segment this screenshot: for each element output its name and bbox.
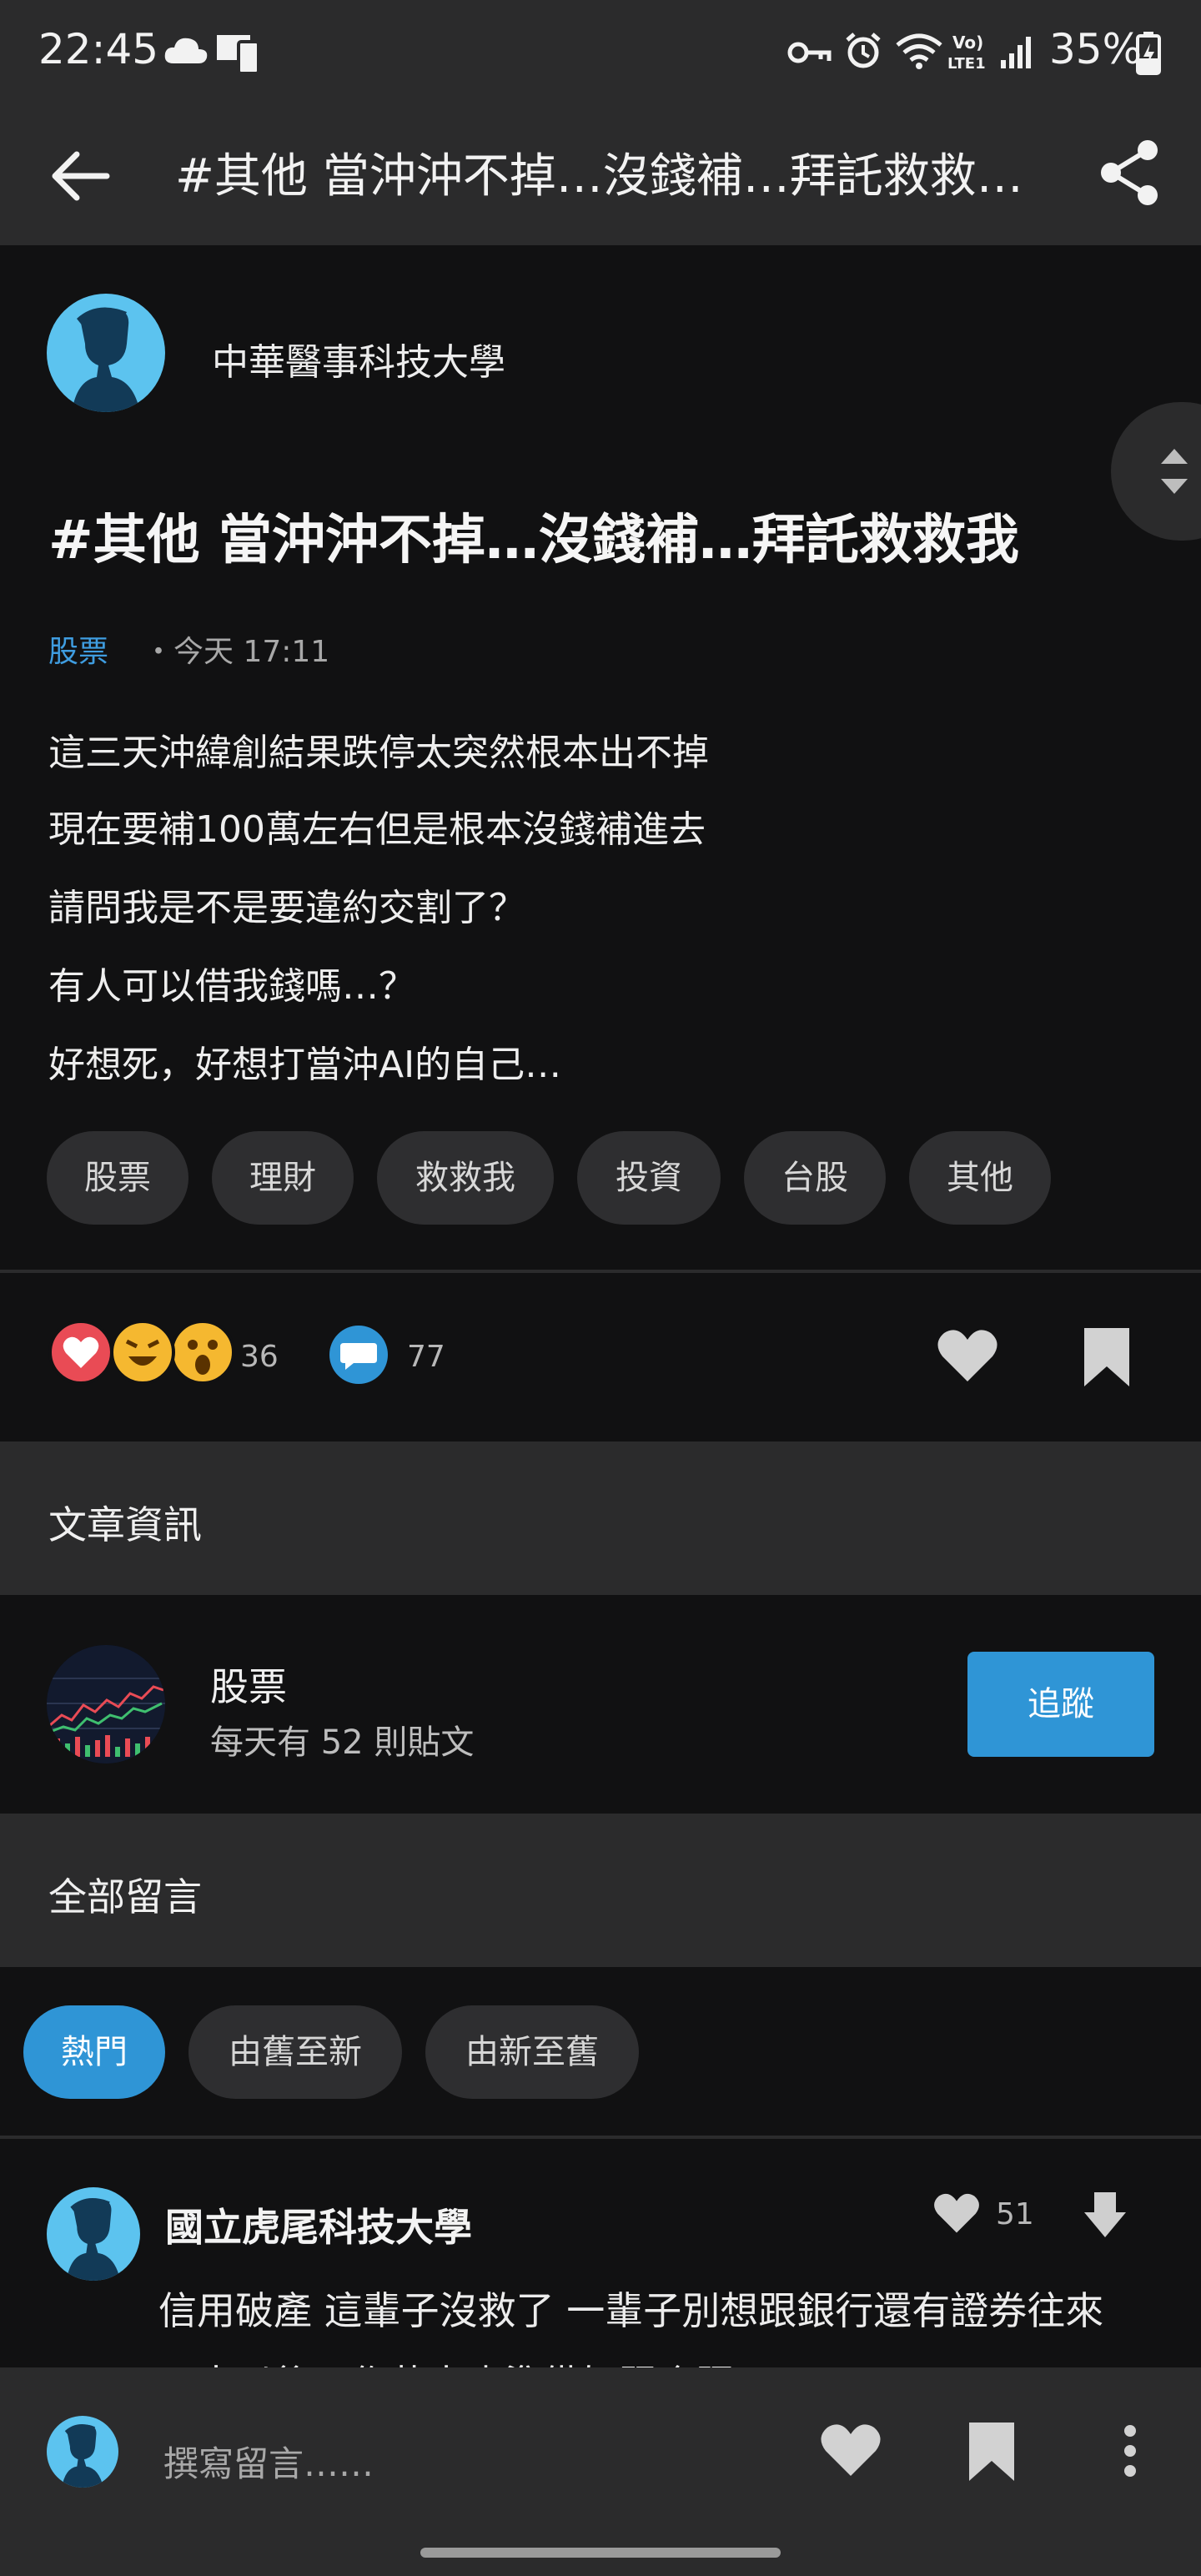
sort-hot-tab[interactable]: 熱門 — [23, 2005, 165, 2099]
sort-newest-tab[interactable]: 由新至舊 — [425, 2005, 639, 2099]
reaction-count: 36 — [240, 1340, 279, 1374]
tag-chip[interactable]: 投資 — [577, 1131, 721, 1225]
user-silhouette-icon — [66, 2198, 121, 2281]
surprised-emoji-icon — [170, 1320, 235, 1385]
signal-icon — [1001, 37, 1031, 68]
tag-chip[interactable]: 股票 — [47, 1131, 188, 1225]
vpn-key-icon — [787, 42, 832, 63]
post-body-line: 這三天沖緯創結果跌停太突然根本出不掉 — [48, 732, 709, 774]
comment-author[interactable]: 國立虎尾科技大學 — [165, 2197, 472, 2252]
comments-heading: 全部留言 — [48, 1874, 202, 1919]
follow-button[interactable]: 追蹤 — [967, 1652, 1154, 1757]
alarm-icon — [846, 33, 881, 68]
post-body-line: 現在要補100萬左右但是根本沒錢補進去 — [48, 808, 706, 851]
scroll-up-down-icon — [1161, 449, 1188, 494]
post-body-line: 請問我是不是要違約交割了？ — [48, 887, 525, 929]
comment-input[interactable]: 撰寫留言…… — [163, 2436, 374, 2487]
commenter-avatar[interactable] — [47, 2187, 140, 2281]
downvote-arrow-icon[interactable] — [1083, 2191, 1128, 2239]
article-info-heading: 文章資訊 — [48, 1502, 202, 1547]
wifi-icon — [896, 33, 942, 69]
share-icon[interactable] — [1099, 138, 1161, 207]
sort-oldest-tab[interactable]: 由舊至新 — [188, 2005, 402, 2099]
divider — [0, 1270, 1201, 1273]
app-bar: #其他 當沖沖不掉…沒錢補…拜託救救… — [0, 107, 1201, 245]
heart-like-icon[interactable] — [819, 2423, 882, 2478]
status-time: 22:45 — [38, 25, 159, 73]
board-stats: 每天有 52 則貼文 — [210, 1723, 475, 1762]
page-title: #其他 當沖沖不掉…沒錢補…拜託救救… — [175, 149, 1023, 204]
comment-like-count: 51 — [996, 2197, 1034, 2231]
bookmark-icon[interactable] — [967, 2421, 1016, 2483]
tag-chip[interactable]: 救救我 — [377, 1131, 554, 1225]
gesture-nav-bar[interactable] — [420, 2548, 781, 2558]
post-body-line: 好想死，好想打當沖AI的自己… — [48, 1044, 562, 1086]
post-board-link[interactable]: 股票 — [48, 627, 108, 671]
comment-like-icon[interactable] — [932, 2192, 981, 2234]
back-arrow-icon[interactable] — [48, 148, 112, 204]
heart-reaction-icon — [48, 1320, 113, 1385]
battery-percent: 35% — [1049, 25, 1143, 73]
divider — [0, 2136, 1201, 2139]
user-silhouette-icon — [62, 2424, 103, 2488]
comment-text: 信用破產 這輩子沒救了 一輩子別想跟銀行還有證券往來 — [158, 2288, 1104, 2333]
post-body-line: 有人可以借我錢嗎…？ — [48, 965, 415, 1008]
post-time: ・今天 17:11 — [143, 635, 330, 669]
laughing-emoji-icon — [110, 1320, 175, 1385]
board-avatar[interactable] — [47, 1645, 165, 1763]
tag-chip[interactable]: 理財 — [212, 1131, 354, 1225]
comments-header: 全部留言 — [0, 1814, 1201, 1967]
article-info-header: 文章資訊 — [0, 1441, 1201, 1595]
tag-chip[interactable]: 其他 — [909, 1131, 1051, 1225]
volte-icon: Vo) LTE1 — [947, 33, 986, 73]
cloud-icon — [164, 38, 208, 63]
my-avatar[interactable] — [47, 2416, 118, 2488]
screen-mirror-icon — [217, 35, 260, 75]
author-avatar[interactable] — [47, 294, 165, 412]
comment-count: 77 — [407, 1340, 445, 1374]
heart-like-icon[interactable] — [936, 1328, 999, 1383]
svg-text:LTE1: LTE1 — [947, 55, 986, 73]
user-silhouette-icon — [72, 307, 140, 412]
comment-bubble-icon[interactable] — [329, 1325, 389, 1385]
post-title: #其他 當沖沖不掉…沒錢補…拜託救救我 — [48, 510, 1019, 571]
more-options-icon[interactable] — [1118, 2424, 1143, 2478]
reaction-summary[interactable] — [48, 1320, 249, 1390]
tag-chip[interactable]: 台股 — [744, 1131, 886, 1225]
battery-charging-icon — [1136, 32, 1161, 75]
status-bar: 22:45 Vo) LTE1 35% — [0, 0, 1201, 107]
stock-chart-thumbnail — [47, 1645, 165, 1763]
svg-text:Vo): Vo) — [952, 33, 983, 53]
board-name[interactable]: 股票 — [210, 1657, 287, 1712]
author-name[interactable]: 中華醫事科技大學 — [212, 332, 505, 385]
bookmark-icon[interactable] — [1083, 1326, 1131, 1388]
